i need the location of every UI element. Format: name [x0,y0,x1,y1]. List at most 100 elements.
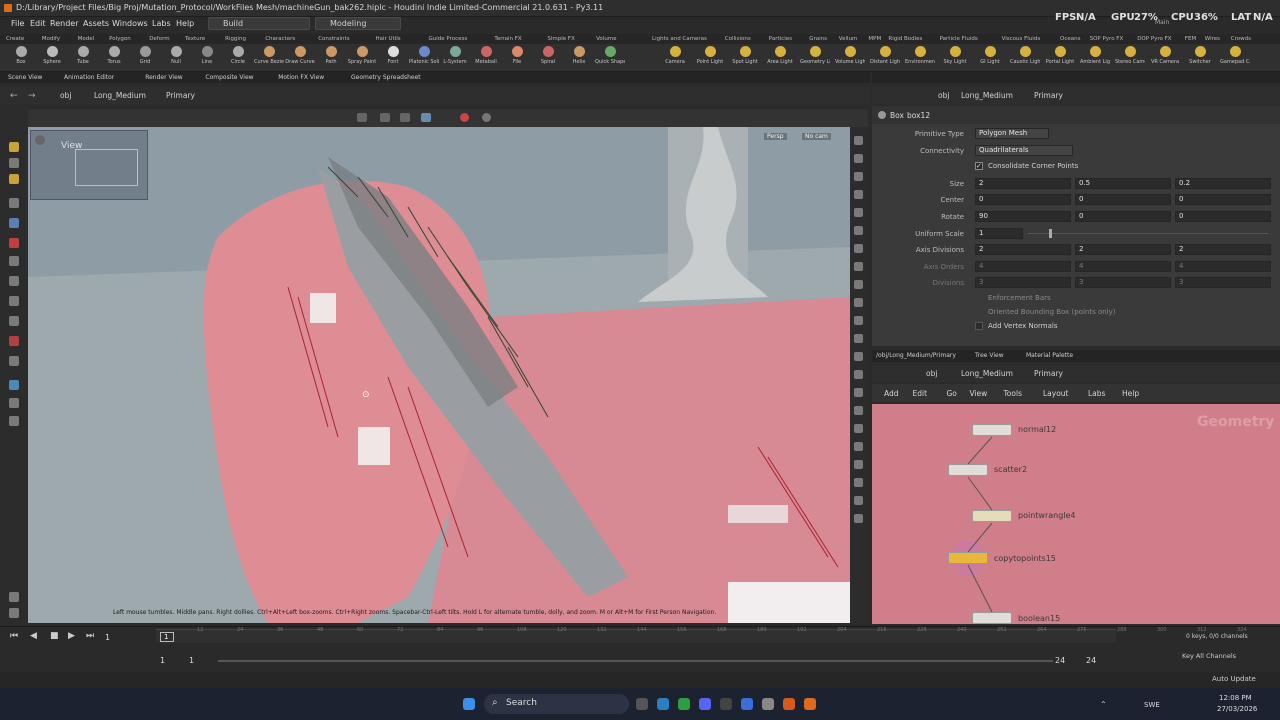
houdini2-icon[interactable] [804,698,816,710]
network-editor[interactable]: Geometry normal12 scatter2 pointwrangle4… [872,404,1280,624]
viewport-display-icon[interactable] [854,190,863,199]
menu-help[interactable]: Help [176,19,194,28]
shelf-tab[interactable]: Deform [149,36,169,42]
record-icon[interactable] [460,113,469,122]
param-field[interactable]: 0.2 [1175,177,1271,189]
net-menu-item[interactable]: Go [947,389,957,398]
shelf-tool-geometry-light[interactable]: Geometry Light [800,46,830,65]
shelf-tool-ambient-light[interactable]: Ambient Light [1080,46,1110,65]
net-menu-item[interactable]: Edit [913,389,928,398]
snap-icon[interactable] [380,113,390,122]
viewport-display-icon[interactable] [854,370,863,379]
end-frame[interactable]: 24 [1086,656,1096,665]
shelf-tab[interactable]: Model [78,36,95,42]
clock-date[interactable]: 27/03/2026 [1217,705,1257,713]
shelf-tab[interactable]: Vellum [839,36,858,42]
shelf-tool-spot-light[interactable]: Spot Light [730,46,760,65]
frame-ruler[interactable] [156,629,1116,643]
shelf-tab[interactable]: Create [6,36,24,42]
viewport-display-icon[interactable] [854,460,863,469]
shelf-tab[interactable]: DOP Pyro FX [1137,36,1171,42]
houdini-icon[interactable] [783,698,795,710]
stop-icon[interactable]: ■ [50,631,59,641]
move-tool-icon[interactable] [9,158,19,168]
shelf-tool-area-light[interactable]: Area Light [765,46,795,65]
pane-tab[interactable]: Animation Editor [64,74,114,81]
flip-tool-icon[interactable] [9,416,19,426]
shelf-tool-font[interactable]: Font [378,46,408,65]
param-field[interactable]: 0 [1175,194,1271,206]
viewport-display-icon[interactable] [854,262,863,271]
param-field[interactable]: 2 [1075,244,1171,256]
pane-tab[interactable]: Scene View [8,74,42,81]
param-field[interactable]: 0.5 [1075,177,1171,189]
camera-icon[interactable] [482,113,491,122]
viewport-display-icon[interactable] [854,388,863,397]
shelf-tool-tube[interactable]: Tube [68,46,98,65]
shelf-tab[interactable]: Characters [265,36,295,42]
shelf-tool-draw-curve[interactable]: Draw Curve [285,46,315,65]
shelf-tab[interactable]: Rigging [225,36,246,42]
viewport-display-icon[interactable] [854,136,863,145]
last-frame-icon[interactable]: ⏭ [86,631,94,641]
param-field[interactable]: 2 [1175,244,1271,256]
path-obj[interactable]: obj [60,91,71,100]
shelf-tool-distant-light[interactable]: Distant Light [870,46,900,65]
shelf-tool-switcher[interactable]: Switcher [1185,46,1215,65]
play-icon[interactable]: ▶ [68,631,75,641]
net-menu-item[interactable]: Layout [1043,389,1069,398]
desktop-build-select[interactable]: Build [208,17,310,30]
shelf-tool-point-light[interactable]: Point Light [695,46,725,65]
shelf-tool-l-system[interactable]: L-System [440,46,470,65]
shelf-tool-torus[interactable]: Torus [99,46,129,65]
shelf-tool-file[interactable]: File [502,46,532,65]
lock-tool-icon[interactable] [9,218,19,228]
viewport-display-icon[interactable] [854,244,863,253]
shelf-tool-curve-bezier[interactable]: Curve Bezier [254,46,284,65]
net-tab-material[interactable]: Material Palette [1026,352,1073,359]
view-gear-icon[interactable] [35,135,45,145]
param-field[interactable]: 0 [1075,211,1171,222]
net-path-object[interactable]: Long_Medium [961,369,1013,378]
taskview-icon[interactable] [636,698,648,710]
shelf-tool-gi-light[interactable]: GI Light [975,46,1005,65]
display-icon[interactable] [421,113,431,122]
github-icon[interactable] [720,698,732,710]
param-field[interactable]: 0 [1075,194,1171,206]
vertex-normals-checkbox[interactable] [975,322,983,330]
param-field[interactable]: 2 [975,244,1071,256]
shelf-tool-path[interactable]: Path [316,46,346,65]
shelf-tab[interactable]: Crowds [1231,36,1251,42]
param-field[interactable]: 3 [1075,277,1171,289]
shelf-tool-grid[interactable]: Grid [130,46,160,65]
clock-time[interactable]: 12:08 PM [1219,694,1252,702]
shelf-tab[interactable]: Volume [596,36,616,42]
menu-file[interactable]: File [11,19,24,28]
shelf-tool-metaball[interactable]: Metaball [471,46,501,65]
param-field[interactable]: 1 [975,227,1023,239]
range-start[interactable]: 1 [189,656,194,665]
start-icon[interactable] [463,698,475,710]
shelf-tool-box[interactable]: Box [6,46,36,65]
pose-tool-icon[interactable] [9,256,19,266]
shelf-tab[interactable]: SOP Pyro FX [1090,36,1124,42]
viewport-display-icon[interactable] [854,208,863,217]
discord-icon[interactable] [699,698,711,710]
shelf-tool-sky-light[interactable]: Sky Light [940,46,970,65]
scale-tool-icon[interactable] [9,316,19,326]
explorer-icon[interactable] [657,698,669,710]
menu-assets[interactable]: Assets [83,19,109,28]
slider-handle[interactable] [1049,228,1052,238]
shelf-tool-line[interactable]: Line [192,46,222,65]
menu-windows[interactable]: Windows [112,19,148,28]
shelf-tab[interactable]: Grains [809,36,827,42]
back-arrow-icon[interactable]: ← [10,91,18,101]
net-menu-item[interactable]: View [970,389,988,398]
select-tool-icon[interactable] [9,142,19,152]
orbit-tool-icon[interactable] [9,398,19,408]
param-field[interactable]: 90 [975,211,1071,222]
viewport-display-icon[interactable] [854,334,863,343]
viewport-display-icon[interactable] [854,424,863,433]
param-field[interactable]: 3 [975,277,1071,289]
shelf-tab[interactable]: FEM [1185,36,1196,42]
